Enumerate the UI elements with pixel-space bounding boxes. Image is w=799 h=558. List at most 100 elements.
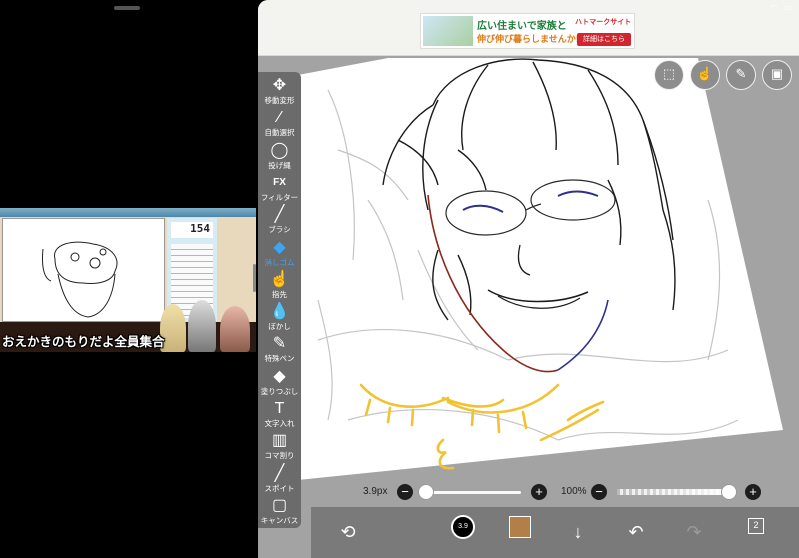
image-button[interactable]: ▣ (762, 60, 792, 90)
stream-video[interactable]: 154 おえかきのもりだよ全員集合 (0, 208, 256, 352)
tool-frame-divide[interactable]: ▥ コマ割り (258, 431, 301, 464)
opacity-value: 100% (561, 486, 587, 497)
tool-text[interactable]: T 文字入れ (258, 399, 301, 432)
canvas-icon: ▢ (271, 496, 288, 514)
tool-move[interactable]: ✥ 移動変形 (258, 76, 301, 109)
vtuber-avatar-3 (220, 306, 250, 352)
bottom-toolbar: ⟲ 3.9 ↓ ↶ ↷ 2 ← (311, 507, 799, 558)
video-drawing-canvas (2, 218, 165, 322)
color-picker-button[interactable] (509, 516, 531, 538)
tool-brush[interactable]: ╱ ブラシ (258, 205, 301, 238)
brush-icon: ╱ (274, 206, 285, 224)
image-icon: ▣ (770, 66, 784, 81)
tool-label: ぼかし (268, 322, 291, 332)
tool-lasso[interactable]: ◯ 投げ縄 (258, 141, 301, 174)
blur-drop-icon: 💧 (269, 303, 290, 321)
tool-eraser[interactable]: ◆ 消しゴム (258, 238, 301, 271)
drawing-canvas[interactable] (258, 0, 799, 558)
status-bar: ◠ ▭ (766, 3, 791, 12)
tool-label: スポイト (264, 483, 295, 493)
fx-icon: FX (273, 176, 286, 188)
tool-eyedropper[interactable]: ╱ スポイト (258, 464, 301, 497)
undo-button[interactable]: ↶ (621, 517, 651, 547)
opacity-minus-button[interactable]: − (591, 484, 607, 500)
eraser-icon: ◆ (273, 238, 286, 256)
opacity-knob[interactable] (721, 484, 737, 500)
ad-subline: 伸び伸び暮らしませんか! (477, 34, 579, 44)
pen-settings-button[interactable]: ✎ (726, 60, 756, 90)
ad-photo (423, 16, 473, 46)
tool-label: キャンバス (260, 515, 299, 525)
dashed-square-icon: ⬚ (662, 66, 676, 81)
lasso-icon: ◯ (270, 141, 289, 159)
brush-size-minus-button[interactable]: − (397, 484, 413, 500)
plus-icon: + (535, 484, 543, 499)
video-pane: 154 おえかきのもりだよ全員集合 (0, 0, 256, 558)
tool-label: 自動選択 (264, 128, 295, 138)
tool-label: 消しゴム (264, 257, 295, 267)
redo-icon: ↷ (686, 522, 702, 542)
magic-wand-icon: ⁄ (278, 109, 281, 127)
tool-special-pen[interactable]: ✎ 特殊ペン (258, 334, 301, 367)
opacity-plus-button[interactable]: + (745, 484, 761, 500)
minus-icon: − (595, 484, 603, 499)
tool-magic-wand[interactable]: ⁄ 自動選択 (258, 108, 301, 141)
tool-label: 投げ縄 (268, 160, 291, 170)
tool-palette: ✥ 移動変形 ⁄ 自動選択 ◯ 投げ縄 FX フィルター ╱ ブラシ ◆ 消しゴム ☝ 指先 💧 ぼかし ✎ 特殊… (258, 72, 301, 528)
finger-icon: ☝ (269, 270, 290, 288)
fill-icon: ◆ (273, 367, 286, 385)
brush-preview-button[interactable]: 3.9 (451, 515, 475, 539)
eyedropper-icon: ╱ (274, 464, 285, 482)
tool-label: 特殊ペン (264, 354, 295, 364)
tool-fx[interactable]: FX フィルター (258, 173, 301, 206)
transform-button[interactable]: ⟲ (333, 517, 363, 547)
brush-size-slider-row: 3.9px − + (363, 484, 553, 502)
hand-icon: ☝ (696, 66, 714, 81)
tool-finger[interactable]: ☝ 指先 (258, 270, 301, 303)
wifi-icon: ◠ (770, 3, 778, 12)
brush-size-plus-button[interactable]: + (531, 484, 547, 500)
ad-banner[interactable]: 広い住まいで家族と 伸び伸び暮らしませんか! ハトマークサイト 詳細はこちら (420, 13, 635, 49)
plus-icon: + (749, 484, 757, 499)
brush-size-knob[interactable] (418, 484, 434, 500)
tool-label: 指先 (272, 289, 287, 299)
arrow-down-icon: ↓ (573, 522, 583, 542)
tool-canvas[interactable]: ▢ キャンバス (258, 496, 301, 529)
ad-banner-area: 広い住まいで家族と 伸び伸び暮らしませんか! ハトマークサイト 詳細はこちら (258, 0, 799, 56)
text-icon: T (274, 400, 285, 417)
opacity-slider-row: 100% − + (561, 484, 771, 502)
video-timer: 154 (171, 222, 213, 238)
minus-icon: − (401, 484, 409, 499)
ad-brand: ハトマークサイト (575, 19, 632, 26)
frame-divide-icon: ▥ (271, 432, 288, 450)
ad-cta-button[interactable]: 詳細はこちら (577, 33, 631, 46)
brush-size-track[interactable] (421, 491, 521, 494)
tool-label: 移動変形 (264, 96, 295, 105)
tool-label: 文字入れ (264, 419, 295, 428)
brush-size-value: 3.9px (363, 486, 388, 497)
move-icon: ✥ (272, 77, 287, 94)
layers-button[interactable]: 2 (748, 518, 764, 534)
video-sketch (42, 241, 118, 318)
vtuber-avatar-2 (188, 300, 216, 352)
video-title-bar (0, 208, 256, 217)
tool-fill[interactable]: ◆ 塗りつぶし (258, 367, 301, 400)
pen-icon: ✎ (735, 66, 747, 81)
selection-button[interactable]: ⬚ (654, 60, 684, 90)
painting-app: 広い住まいで家族と 伸び伸び暮らしませんか! ハトマークサイト 詳細はこちら ◠… (258, 0, 799, 558)
battery-icon: ▭ (783, 3, 791, 12)
rotate-arrows-icon: ⟲ (340, 522, 356, 542)
undo-icon: ↶ (628, 522, 644, 542)
redo-button[interactable]: ↷ (679, 517, 709, 547)
hand-tool-button[interactable]: ☝ (690, 60, 720, 90)
split-divider-handle[interactable] (253, 264, 256, 292)
tool-label: コマ割り (264, 451, 295, 461)
tool-blur-drop[interactable]: 💧 ぼかし (258, 302, 301, 335)
special-pen-icon: ✎ (272, 335, 287, 353)
ad-headline: 広い住まいで家族と (477, 21, 567, 32)
tool-label: ブラシ (268, 225, 291, 235)
multitask-grabber[interactable] (114, 6, 140, 10)
tool-label: フィルター (260, 192, 299, 202)
opacity-track[interactable] (617, 489, 729, 495)
download-button[interactable]: ↓ (563, 517, 593, 547)
